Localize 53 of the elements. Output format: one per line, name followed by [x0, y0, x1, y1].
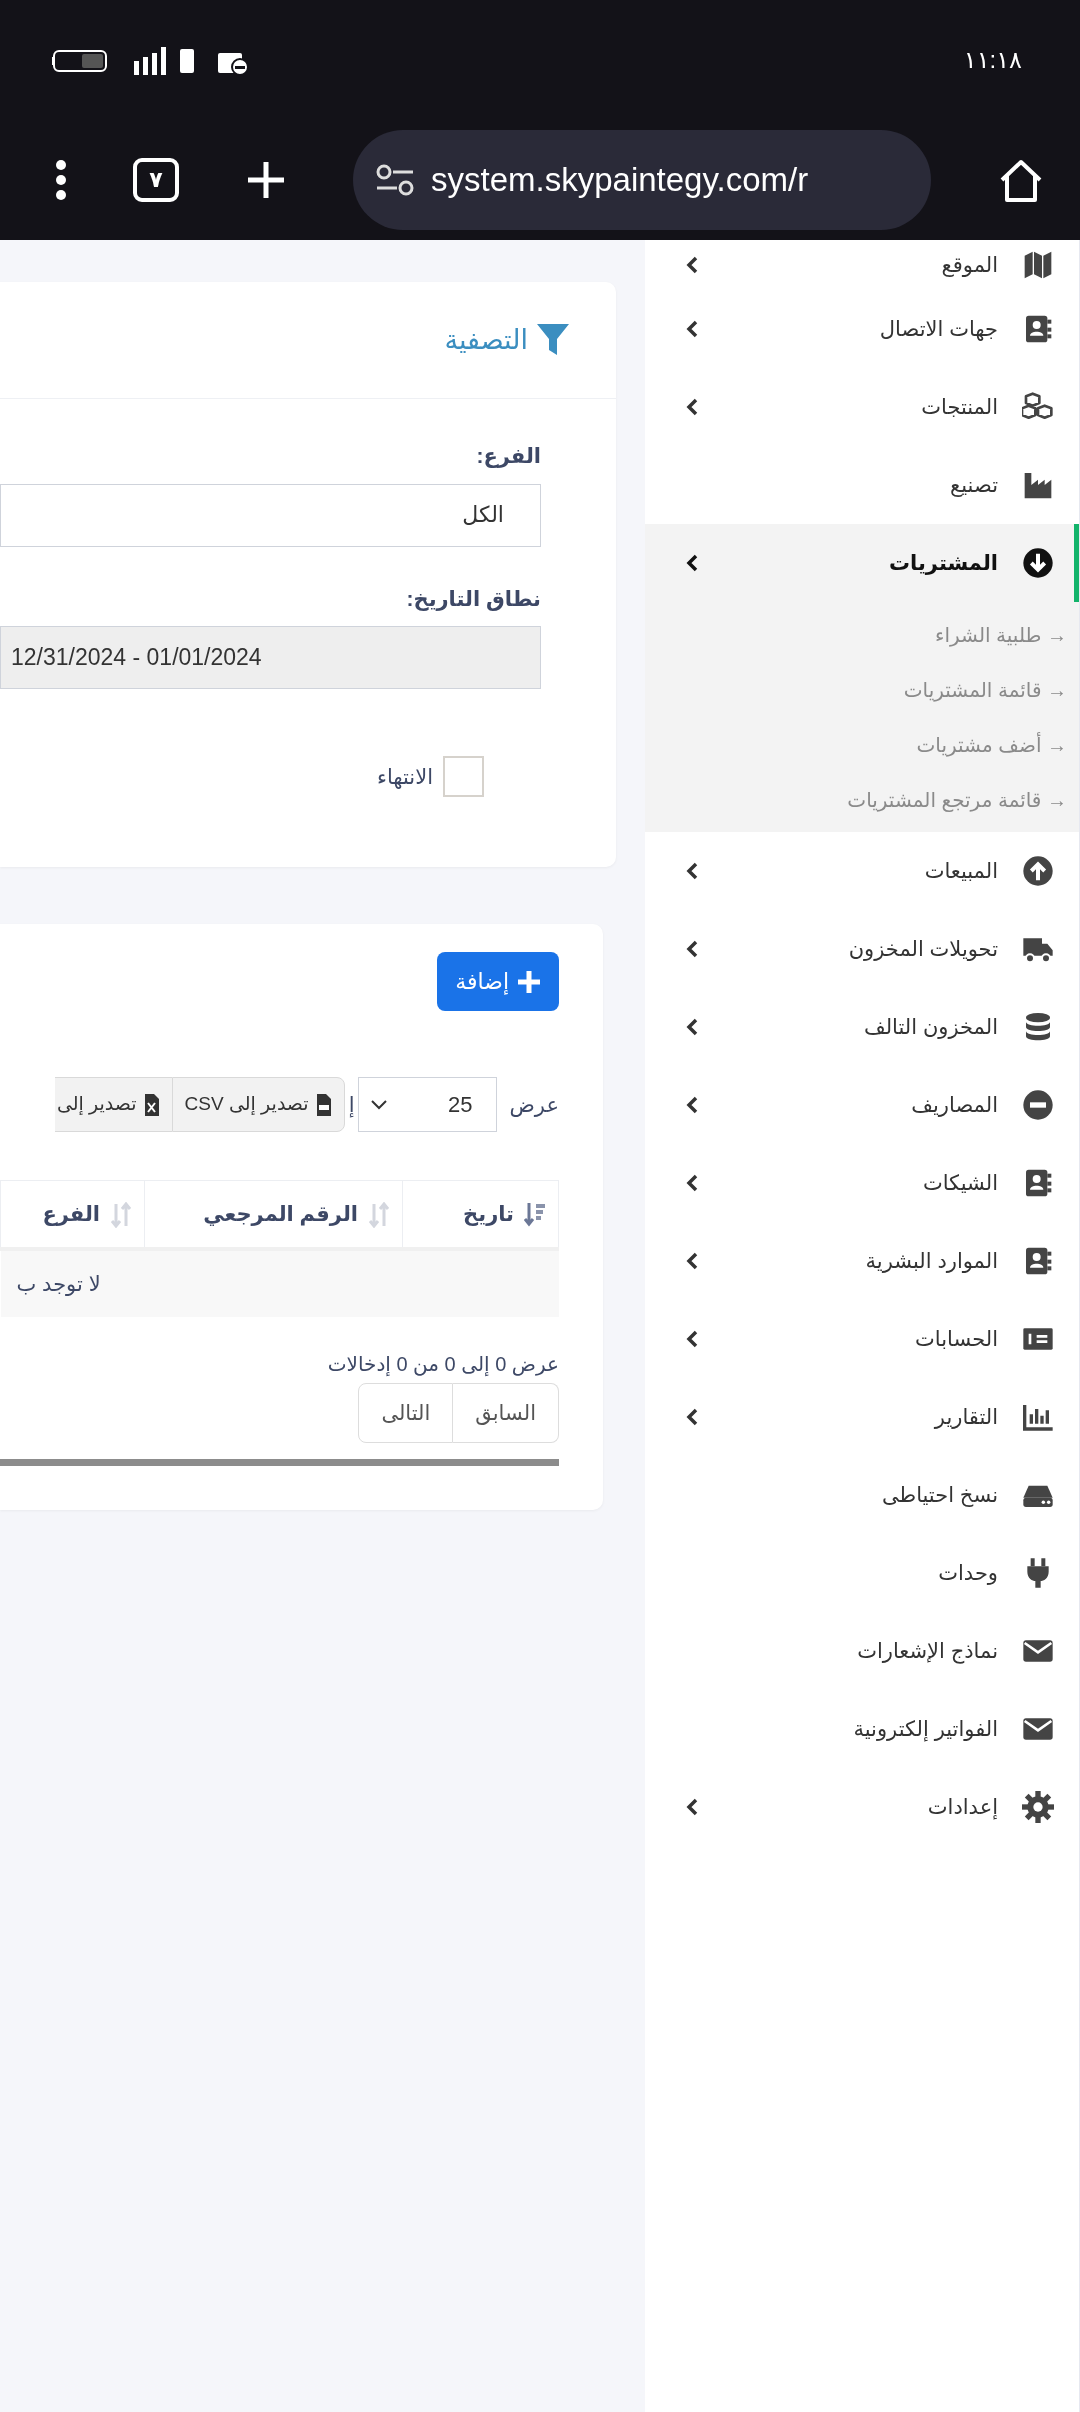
- home-icon[interactable]: [998, 158, 1044, 202]
- minus-circle-icon: [1022, 1089, 1054, 1121]
- url-text: system.skypaintegy.com/r: [431, 160, 809, 201]
- map-icon: [1022, 249, 1054, 281]
- sidebar-item[interactable]: تحويلات المخزون: [645, 910, 1079, 988]
- date-range-field[interactable]: 12/31/2024 - 01/01/2024: [0, 626, 541, 689]
- pagination-button[interactable]: التالى: [358, 1382, 454, 1443]
- sidebar-item[interactable]: الموارد البشرية: [645, 1222, 1079, 1300]
- sidebar-item[interactable]: المشتريات: [645, 524, 1079, 602]
- sidebar-item[interactable]: الحسابات: [645, 1300, 1079, 1378]
- sidebar-item[interactable]: التقارير: [645, 1378, 1079, 1456]
- field-label: نطاق التاريخ:: [405, 585, 541, 613]
- add-button[interactable]: إضافة: [437, 952, 559, 1011]
- filter-title: التصفية: [444, 323, 528, 357]
- sidebar-item[interactable]: إعدادات: [645, 1768, 1079, 1846]
- sidebar-item[interactable]: جهات الاتصال: [645, 290, 1079, 368]
- sidebar-item[interactable]: الشيكات: [645, 1144, 1079, 1222]
- export-button[interactable]: تصدير إلى: [54, 1077, 172, 1132]
- sidebar-item[interactable]: تصنيع: [645, 446, 1079, 524]
- down-arrow-circle-icon: [1022, 547, 1054, 579]
- page-length-select[interactable]: 25: [358, 1077, 498, 1132]
- sidebar-item[interactable]: المخزون التالف: [645, 988, 1079, 1066]
- length-suffix: إ: [348, 1091, 355, 1120]
- empty-table-message: لا توجد ب: [0, 1248, 559, 1317]
- sidebar-item[interactable]: المبيعات: [645, 832, 1079, 910]
- status-time: ١١:١٨: [963, 45, 1022, 75]
- sidebar-item[interactable]: نماذج الإشعارات: [645, 1612, 1079, 1690]
- sidebar-item[interactable]: الموقع: [645, 240, 1079, 290]
- plus-icon[interactable]: [246, 160, 286, 200]
- select-field[interactable]: الكل: [0, 483, 541, 547]
- entries-info: عرض 0 إلى 0 من 0 إدخالات: [326, 1351, 559, 1378]
- csv-file-icon: [314, 1093, 332, 1116]
- pagination-button[interactable]: السابق: [453, 1382, 559, 1443]
- sidebar-item[interactable]: نسخ احتياطى: [645, 1456, 1079, 1534]
- excel-file-icon: [142, 1093, 160, 1116]
- address-bar[interactable]: system.skypaintegy.com/r: [353, 130, 931, 230]
- scrollbar[interactable]: [0, 1458, 559, 1466]
- sidebar-item[interactable]: الفواتير إلكترونية: [645, 1690, 1079, 1768]
- tab-count-button[interactable]: ٧: [133, 158, 179, 202]
- checkbox[interactable]: [443, 756, 484, 797]
- checkbox-label: الانتهاء: [377, 763, 433, 791]
- export-button[interactable]: تصدير إلى CSV: [171, 1077, 345, 1132]
- up-arrow-circle-icon: [1022, 855, 1054, 887]
- filter-icon: [536, 323, 570, 357]
- sidebar-item[interactable]: المصاريف: [645, 1066, 1079, 1144]
- chevron-down-icon: [371, 1099, 388, 1110]
- sidebar-item[interactable]: وحدات: [645, 1534, 1079, 1612]
- menu-icon[interactable]: [56, 160, 66, 200]
- site-settings-icon[interactable]: [375, 163, 415, 197]
- sidebar-item[interactable]: المنتجات: [645, 368, 1079, 446]
- plus-icon: [517, 969, 541, 994]
- length-label: عرض: [509, 1091, 559, 1119]
- field-label: الفرع:: [475, 443, 541, 470]
